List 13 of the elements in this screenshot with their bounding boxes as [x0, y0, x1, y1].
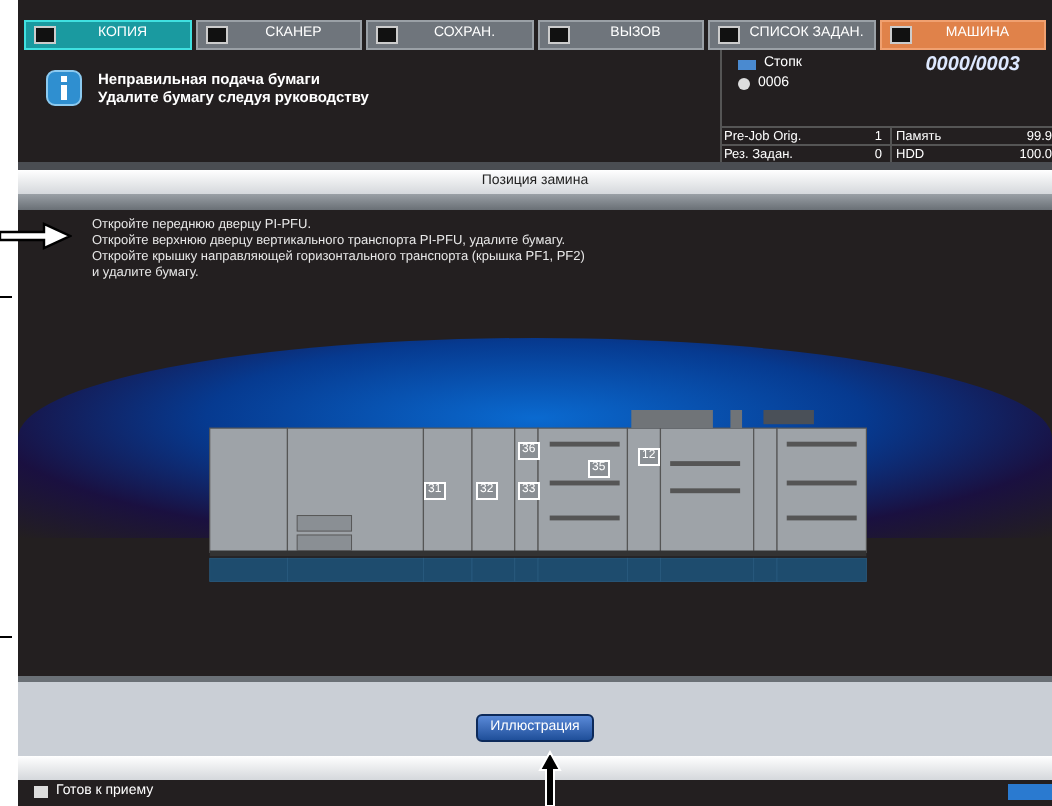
tab-icon: [889, 25, 911, 44]
user-icon: [738, 78, 750, 91]
tab-icon: [376, 25, 398, 44]
tab-icon: [205, 25, 227, 44]
stack-icon: [738, 59, 756, 70]
tab-icon: [718, 25, 740, 44]
page-counter: 0000/0003: [925, 51, 1020, 80]
tab-icon: [34, 25, 56, 44]
printer-icon: [34, 786, 48, 799]
callout-arrow-icon: [538, 750, 562, 806]
info-icon: [46, 69, 82, 106]
help-badge[interactable]: [1008, 784, 1052, 801]
tab-icon: [547, 25, 569, 44]
